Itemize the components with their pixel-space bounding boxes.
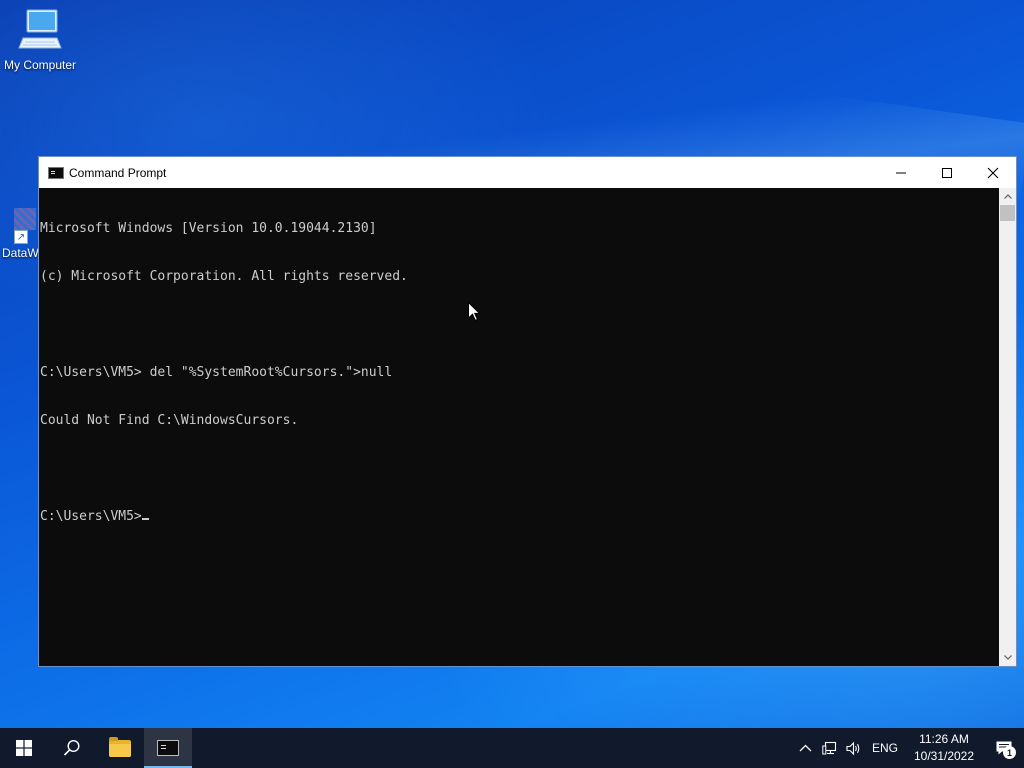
chevron-up-icon	[800, 744, 812, 751]
scroll-thumb[interactable]	[1000, 205, 1015, 221]
taskbar: ENG 11:26 AM 10/31/2022 1	[0, 728, 1024, 768]
text-cursor	[141, 518, 149, 520]
minimize-icon	[896, 172, 906, 173]
action-center-button[interactable]: 1	[984, 728, 1024, 768]
desktop-icon-my-computer[interactable]: My Computer	[0, 8, 80, 72]
shortcut-icon: ↗	[14, 230, 28, 244]
mouse-pointer-icon	[468, 302, 480, 321]
minimize-button[interactable]	[878, 157, 924, 188]
taskbar-file-explorer[interactable]	[96, 728, 144, 768]
volume-button[interactable]	[842, 728, 866, 768]
window-title: Command Prompt	[69, 165, 167, 180]
close-icon	[987, 167, 999, 178]
network-icon	[822, 741, 837, 754]
search-icon	[63, 739, 80, 756]
computer-icon	[18, 9, 62, 49]
scroll-down-button[interactable]	[999, 649, 1016, 666]
cmd-icon	[157, 740, 179, 756]
input-language-indicator[interactable]: ENG	[872, 741, 898, 755]
taskbar-command-prompt[interactable]	[144, 728, 192, 768]
maximize-button[interactable]	[924, 157, 970, 188]
search-button[interactable]	[48, 728, 96, 768]
desktop-icon-label: My Computer	[3, 58, 77, 72]
file-explorer-icon	[109, 736, 131, 757]
maximize-icon	[942, 167, 952, 178]
console-prompt: C:\Users\VM5>	[40, 509, 142, 524]
command-prompt-window[interactable]: Command Prompt Microsoft Windows [Versio…	[38, 156, 1017, 667]
console-line: Could Not Find C:\WindowsCursors.	[40, 413, 299, 428]
volume-icon	[846, 741, 860, 755]
chevron-down-icon	[1003, 655, 1012, 660]
clock-date: 10/31/2022	[913, 749, 975, 763]
scroll-up-button[interactable]	[999, 188, 1016, 205]
console-line: (c) Microsoft Corporation. All rights re…	[40, 269, 408, 284]
console-output[interactable]: Microsoft Windows [Version 10.0.19044.21…	[39, 188, 1000, 666]
network-button[interactable]	[818, 728, 842, 768]
console-prompt-line[interactable]: C:\Users\VM5>	[40, 509, 1000, 525]
start-button[interactable]	[0, 728, 48, 768]
clock[interactable]: 11:26 AM 10/31/2022	[910, 731, 978, 765]
app-icon	[14, 208, 36, 230]
system-tray: ENG 11:26 AM 10/31/2022 1	[794, 728, 1024, 768]
vertical-scrollbar[interactable]	[999, 188, 1016, 666]
show-hidden-icons-button[interactable]	[794, 728, 818, 768]
chevron-up-icon	[1003, 194, 1012, 199]
close-button[interactable]	[970, 157, 1016, 188]
title-bar[interactable]: Command Prompt	[39, 157, 1016, 188]
desktop-icon-dataw[interactable]: ↗ DataW	[0, 208, 40, 260]
console-line: Microsoft Windows [Version 10.0.19044.21…	[40, 221, 377, 236]
cmd-icon	[48, 166, 64, 179]
console-line: C:\Users\VM5> del "%SystemRoot%Cursors."…	[40, 365, 393, 380]
windows-start-icon	[16, 740, 32, 756]
notification-badge: 1	[1003, 746, 1016, 759]
desktop-icon-label: DataW	[2, 246, 39, 260]
clock-time: 11:26 AM	[919, 732, 969, 746]
